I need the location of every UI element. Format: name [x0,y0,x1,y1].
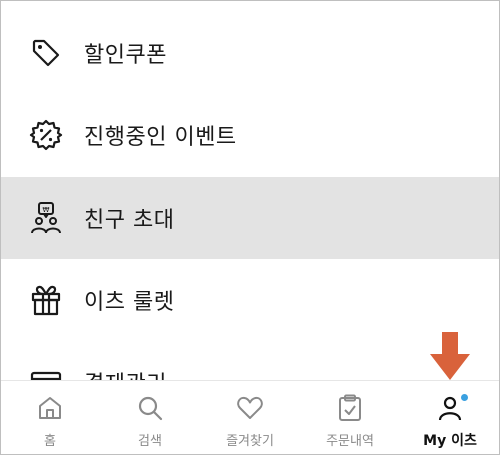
notification-dot [461,394,468,401]
tab-label: 주문내역 [326,434,374,449]
tab-label: 홈 [44,434,56,449]
percent-badge-icon [28,117,64,153]
tab-label: My 이츠 [423,433,477,449]
clipboard-check-icon [335,393,365,423]
menu-item-payment[interactable]: 결제관리 [0,341,500,380]
bottom-tab-bar: 홈 검색 즐겨찾기 주문내역 My 이츠 [0,380,500,455]
tab-label: 즐겨찾기 [226,434,274,449]
svg-text:₩: ₩ [43,206,50,214]
home-icon [35,393,65,423]
tab-search[interactable]: 검색 [100,381,200,455]
menu-item-label: 할인쿠폰 [84,43,167,68]
menu-list: 할인쿠폰 진행중인 이벤트 ₩ 친구 초대 이츠 룰렛 [0,0,500,380]
menu-item-invite-friends[interactable]: ₩ 친구 초대 [0,177,500,259]
menu-item-label: 이츠 룰렛 [84,290,175,315]
menu-item-label: 결제관리 [84,366,167,380]
person-icon [435,393,468,423]
menu-item-events[interactable]: 진행중인 이벤트 [0,94,500,176]
menu-item-coupon[interactable]: 할인쿠폰 [0,12,500,94]
tab-my-eats[interactable]: My 이츠 [400,381,500,455]
arrow-down-icon [430,332,470,380]
tag-icon [28,35,64,71]
gift-icon [28,282,64,318]
tab-label: 검색 [138,434,162,449]
search-icon [135,393,165,423]
menu-item-label: 친구 초대 [84,208,175,233]
tab-orders[interactable]: 주문내역 [300,381,400,455]
menu-item-roulette[interactable]: 이츠 룰렛 [0,259,500,341]
tab-home[interactable]: 홈 [0,381,100,455]
menu-item-label: 진행중인 이벤트 [84,125,237,150]
card-icon [28,364,64,380]
tab-favorites[interactable]: 즐겨찾기 [200,381,300,455]
heart-icon [235,393,265,423]
invite-friends-icon: ₩ [28,200,64,236]
